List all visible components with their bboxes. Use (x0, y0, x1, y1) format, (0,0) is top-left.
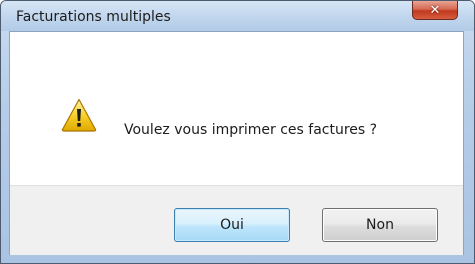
close-button[interactable]: ✕ (412, 1, 458, 20)
dialog-window: Facturations multiples ✕ Voulez vous imp… (0, 0, 475, 264)
dialog-client-area: Voulez vous imprimer ces factures ? Oui … (9, 31, 464, 255)
dialog-message: Voulez vous imprimer ces factures ? (124, 122, 378, 138)
window-title: Facturations multiples (16, 9, 171, 25)
close-x-icon: ✕ (429, 2, 441, 18)
yes-button[interactable]: Oui (174, 208, 290, 242)
no-button[interactable]: Non (322, 208, 438, 242)
button-bar: Oui Non (10, 185, 463, 255)
title-bar[interactable]: Facturations multiples ✕ (1, 1, 474, 31)
warning-icon (61, 98, 97, 132)
message-area: Voulez vous imprimer ces factures ? (10, 32, 463, 185)
